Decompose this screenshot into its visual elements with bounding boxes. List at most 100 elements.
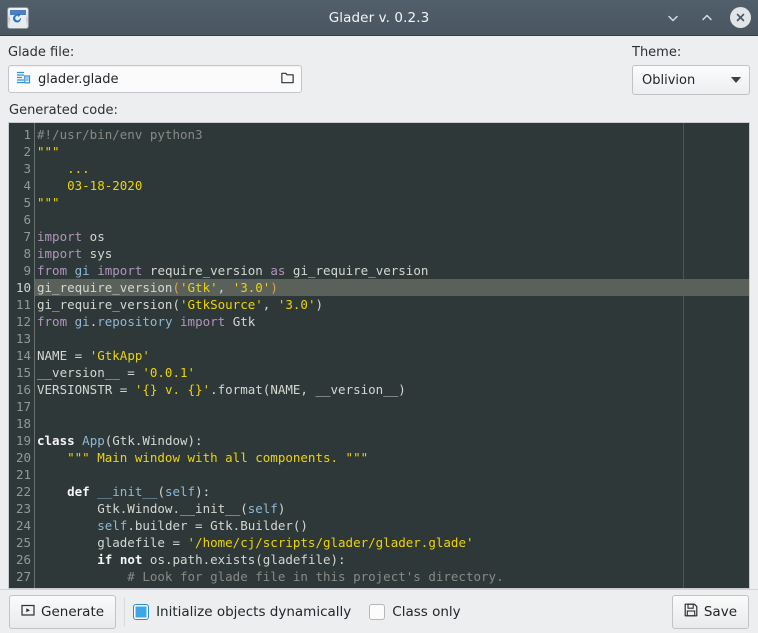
code-token: ) xyxy=(315,297,324,312)
class-only-checkbox[interactable]: Class only xyxy=(369,603,461,620)
code-token: def xyxy=(67,484,90,499)
save-button[interactable]: Save xyxy=(671,594,749,629)
code-token: if xyxy=(97,552,113,567)
init-dynamic-label: Initialize objects dynamically xyxy=(156,603,352,620)
code-line[interactable]: gi_require_version('GtkSource', '3.0') xyxy=(35,296,749,313)
code-line[interactable]: def __init__(self): xyxy=(35,483,749,500)
code-token: 'Gtk' xyxy=(180,280,218,295)
theme-label: Theme: xyxy=(632,45,682,60)
code-token: #!/usr/bin/env python3 xyxy=(37,127,203,142)
code-line[interactable]: 03-18-2020 xyxy=(35,177,749,194)
line-number: 5 xyxy=(23,195,31,210)
code-line[interactable] xyxy=(35,330,749,347)
code-token: sys xyxy=(82,246,113,261)
code-token: 'GtkApp' xyxy=(89,348,150,363)
line-number: 28 xyxy=(9,585,34,588)
code-line[interactable]: __version__ = '0.0.1' xyxy=(35,364,749,381)
generated-code-label: Generated code: xyxy=(9,103,118,118)
code-token: import xyxy=(37,246,83,261)
glader-app-icon xyxy=(7,6,29,29)
code-token: '{} v. {}' xyxy=(134,382,211,397)
code-token: """ xyxy=(37,144,60,159)
code-token: require_version xyxy=(142,263,271,278)
line-number: 10 xyxy=(15,280,31,295)
code-token: __version__ = xyxy=(37,365,143,380)
line-number: 22 xyxy=(15,484,31,499)
glade-file-icon xyxy=(16,70,31,89)
line-number: 3 xyxy=(23,161,31,176)
title-bar: Glader v. 0.2.3 xyxy=(0,0,758,36)
code-token: ) xyxy=(270,280,278,295)
code-token: 03-18-2020 xyxy=(37,178,143,193)
code-token: gi_require_version( xyxy=(37,297,180,312)
code-line[interactable]: """ xyxy=(35,194,749,211)
line-number: 17 xyxy=(15,399,31,414)
code-line[interactable] xyxy=(35,466,749,483)
code-line[interactable]: gi_require_version('Gtk', '3.0') xyxy=(35,279,749,296)
code-token: 'GtkSource' xyxy=(180,297,263,312)
code-token: .builder = Gtk.Builder() xyxy=(127,518,308,533)
line-number: 23 xyxy=(15,501,31,516)
code-token: NAME = xyxy=(37,348,90,363)
close-icon[interactable] xyxy=(730,7,751,28)
code-area[interactable]: #!/usr/bin/env python3 """ ... 03-18-2020… xyxy=(35,123,749,588)
floppy-disk-icon xyxy=(684,603,698,621)
code-line[interactable]: gladefile = os.path.join(sys.path[0], gl… xyxy=(35,585,749,588)
init-dynamic-checkbox[interactable]: Initialize objects dynamically xyxy=(133,603,352,620)
code-line[interactable]: #!/usr/bin/env python3 xyxy=(35,126,749,143)
code-line[interactable]: import sys xyxy=(35,245,749,262)
code-lines: #!/usr/bin/env python3 """ ... 03-18-2020… xyxy=(35,126,749,588)
code-line[interactable]: """ Main window with all components. """ xyxy=(35,449,749,466)
checkbox-unchecked-icon[interactable] xyxy=(369,603,386,620)
code-editor[interactable]: 1 2 3 4 5 6 7 8 9 10 11 12 13 14 15 16 17 18 19 20 21 22 23 24 2… xyxy=(8,122,750,589)
code-line[interactable]: Gtk.Window.__init__(self) xyxy=(35,500,749,517)
code-token: App xyxy=(82,433,105,448)
code-line[interactable]: if not os.path.exists(gladefile): xyxy=(35,551,749,568)
code-token: ( xyxy=(157,484,165,499)
glade-file-label: Glade file: xyxy=(8,45,75,60)
line-number: 2 xyxy=(23,144,31,159)
code-line[interactable]: # Look for glade file in this project's … xyxy=(35,568,749,585)
code-line[interactable]: from gi import require_version as gi_req… xyxy=(35,262,749,279)
code-line[interactable]: VERSIONSTR = '{} v. {}'.format(NAME, __v… xyxy=(35,381,749,398)
code-token: ], gladefile) xyxy=(391,586,489,588)
line-number: 4 xyxy=(23,178,31,193)
code-token: gladefile = xyxy=(37,535,188,550)
code-line[interactable]: class App(Gtk.Window): xyxy=(35,432,749,449)
code-token: .format(NAME, __version__) xyxy=(210,382,406,397)
line-number: 16 xyxy=(15,382,31,397)
folder-open-icon[interactable] xyxy=(280,70,295,89)
top-controls-row: Glade file: glader.glade Theme: Oblivion xyxy=(8,45,750,95)
code-token: from xyxy=(37,263,68,278)
maximize-icon[interactable] xyxy=(696,7,718,29)
generate-button[interactable]: Generate xyxy=(9,594,117,629)
chevron-down-icon xyxy=(731,77,741,83)
code-token: import xyxy=(180,314,226,329)
code-token: ( xyxy=(172,280,180,295)
checkbox-checked-icon[interactable] xyxy=(133,603,150,620)
minimize-icon[interactable] xyxy=(662,7,684,29)
code-line[interactable]: ... xyxy=(35,160,749,177)
bottom-toolbar: Generate Initialize objects dynamically … xyxy=(0,589,758,633)
code-line[interactable] xyxy=(35,398,749,415)
code-token: repository xyxy=(97,314,173,329)
execute-icon xyxy=(21,603,35,621)
code-token: (Gtk.Window): xyxy=(104,433,203,448)
code-line[interactable]: NAME = 'GtkApp' xyxy=(35,347,749,364)
code-line[interactable] xyxy=(35,415,749,432)
theme-value: Oblivion xyxy=(642,72,696,88)
code-line[interactable]: from gi.repository import Gtk xyxy=(35,313,749,330)
code-line[interactable] xyxy=(35,211,749,228)
code-line[interactable]: import os xyxy=(35,228,749,245)
toolbar-separator xyxy=(124,596,126,627)
glade-file-input[interactable]: glader.glade xyxy=(8,65,302,93)
code-line[interactable]: gladefile = '/home/cj/scripts/glader/gla… xyxy=(35,534,749,551)
theme-select[interactable]: Oblivion xyxy=(632,65,750,95)
code-line[interactable]: """ xyxy=(35,143,749,160)
code-token: Gtk.Window.__init__( xyxy=(37,501,248,516)
code-token: self xyxy=(247,501,278,516)
code-line[interactable]: self.builder = Gtk.Builder() xyxy=(35,517,749,534)
